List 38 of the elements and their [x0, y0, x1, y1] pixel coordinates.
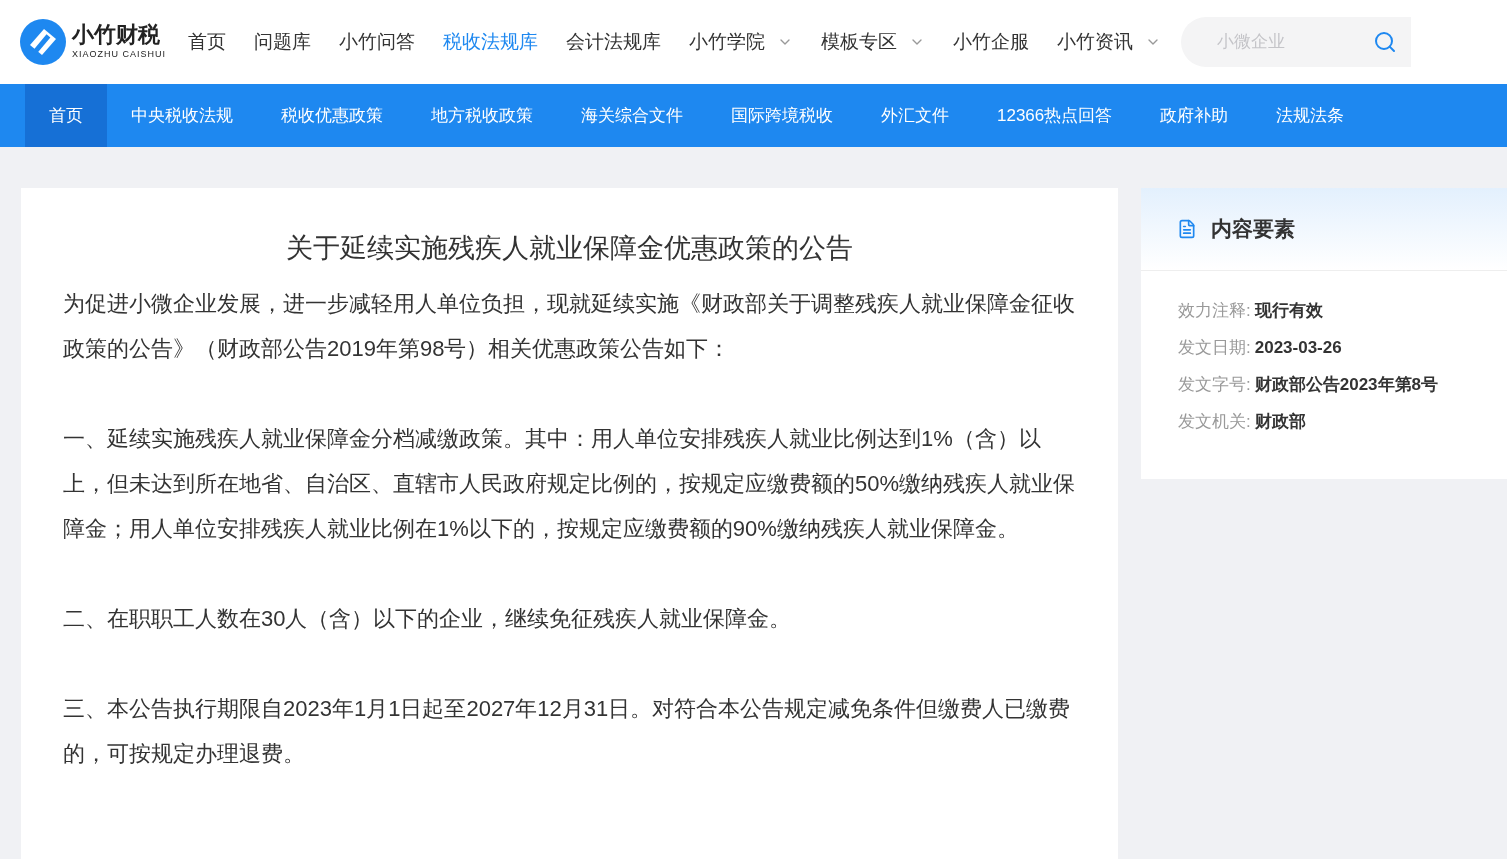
article-title: 关于延续实施残疾人就业保障金优惠政策的公告: [285, 232, 854, 265]
field-label: 发文字号:: [1178, 374, 1251, 396]
nav-link[interactable]: 问题库: [254, 27, 311, 57]
article-paragraph: 一、延续实施残疾人就业保障金分档减缴政策。其中：用人单位安排残疾人就业比例达到1%（含）以上，但未达到所在地省、自治区、直辖市人民政府规定比例的，按规定应缴费额的50%缴纳残疾人就业保障金；用人单位安排残疾人就业比例在1%以下的，按规定应缴费额的90%缴纳残疾人就业保障金。: [63, 424, 1076, 543]
category-tab[interactable]: 12366热点回答: [973, 84, 1137, 147]
field-value: 财政部公告2023年第8号: [1254, 374, 1438, 396]
nav-link[interactable]: 小竹资讯: [1057, 27, 1161, 57]
category-tab[interactable]: 政府补助: [1136, 84, 1253, 147]
document-icon: [1177, 219, 1197, 239]
field-value: 2023-03-26: [1254, 337, 1342, 359]
field-label: 效力注释:: [1178, 300, 1251, 322]
category-tab[interactable]: 国际跨境税收: [707, 84, 857, 147]
nav-link[interactable]: 税收法规库: [443, 27, 538, 57]
logo-icon: [20, 19, 66, 65]
sidebar-title: 内容要素: [1211, 216, 1295, 243]
nav-link[interactable]: 小竹问答: [339, 27, 415, 57]
article-paragraph: 为促进小微企业发展，进一步减轻用人单位负担，现就延续实施《财政部关于调整残疾人就业保障金征收政策的公告》（财政部公告2019年第98号）相关优惠政策公告如下：: [63, 289, 1076, 363]
logo-name: 小竹财税: [72, 22, 161, 49]
field-value: 财政部: [1254, 411, 1306, 433]
category-tab[interactable]: 法规法条: [1252, 84, 1369, 147]
field-value: 现行有效: [1254, 300, 1323, 322]
article-paragraph: 三、本公告执行期限自2023年1月1日起至2027年12月31日。对符合本公告规定减免条件但缴费人已缴费的，可按规定办理退费。: [63, 694, 1072, 768]
nav-link[interactable]: 小竹企服: [953, 27, 1029, 57]
logo-subtitle: XIAOZHU CAISHUI: [72, 48, 166, 62]
category-tab[interactable]: 中央税收法规: [107, 84, 257, 147]
nav-link[interactable]: 会计法规库: [566, 27, 661, 57]
category-tab[interactable]: 外汇文件: [857, 84, 973, 147]
field-label: 发文日期:: [1178, 337, 1251, 359]
category-tab[interactable]: 地方税收政策: [407, 84, 557, 147]
category-tab[interactable]: 首页: [25, 84, 107, 147]
article-paragraph: 二、在职职工人数在30人（含）以下的企业，继续免征残疾人就业保障金。: [63, 604, 793, 633]
nav-link[interactable]: 首页: [188, 27, 226, 57]
category-tab[interactable]: 海关综合文件: [557, 84, 707, 147]
nav-link[interactable]: 小竹学院: [689, 27, 793, 57]
field-label: 发文机关:: [1178, 411, 1251, 433]
search-icon[interactable]: [1373, 30, 1397, 54]
category-tab[interactable]: 税收优惠政策: [257, 84, 407, 147]
nav-link[interactable]: 模板专区: [821, 27, 925, 57]
